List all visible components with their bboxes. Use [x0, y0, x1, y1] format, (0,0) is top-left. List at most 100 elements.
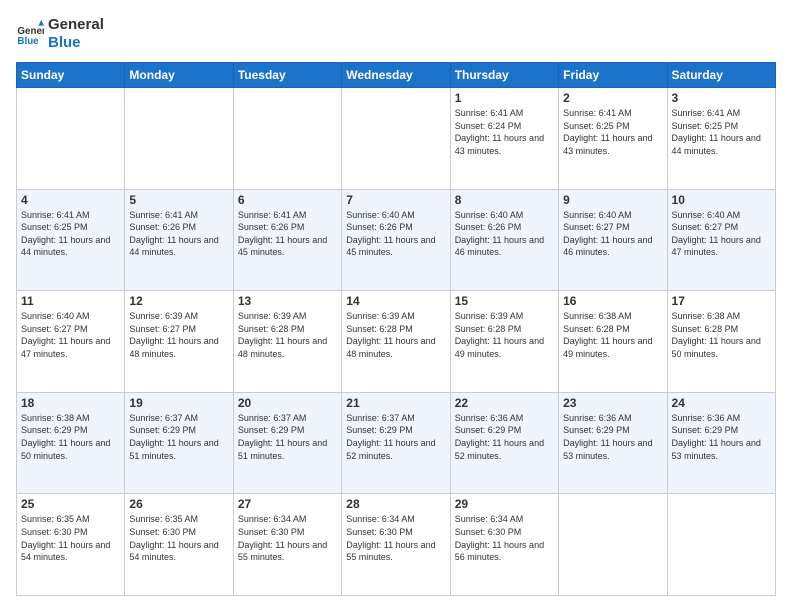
day-number: 24: [672, 396, 771, 410]
calendar-cell: 5 Sunrise: 6:41 AM Sunset: 6:26 PM Daylig…: [125, 189, 233, 291]
day-info: Sunrise: 6:35 AM Sunset: 6:30 PM Dayligh…: [21, 513, 120, 563]
day-number: 3: [672, 91, 771, 105]
day-header-wednesday: Wednesday: [342, 63, 450, 88]
logo: General Blue General Blue: [16, 16, 104, 52]
calendar-cell: 4Sunrise: 6:41 AM Sunset: 6:25 PM Daylig…: [17, 189, 125, 291]
calendar-cell: 2 Sunrise: 6:41 AM Sunset: 6:25 PM Daylig…: [559, 88, 667, 190]
calendar-header-row: SundayMondayTuesdayWednesdayThursdayFrid…: [17, 63, 776, 88]
day-number: 15: [455, 294, 554, 308]
day-info: Sunrise: 6:38 AM Sunset: 6:28 PM Dayligh…: [672, 310, 771, 360]
day-number: 1: [455, 91, 554, 105]
calendar-cell: [667, 494, 775, 596]
day-number: 7: [346, 193, 445, 207]
day-number: 28: [346, 497, 445, 511]
calendar-week-1: 1 Sunrise: 6:41 AM Sunset: 6:24 PM Daylig…: [17, 88, 776, 190]
day-number: 6: [238, 193, 337, 207]
day-info: Sunrise: 6:37 AM Sunset: 6:29 PM Dayligh…: [129, 412, 228, 462]
day-number: 2: [563, 91, 662, 105]
day-number: 14: [346, 294, 445, 308]
day-number: 11: [21, 294, 120, 308]
day-info: Sunrise: 6:38 AM Sunset: 6:29 PM Dayligh…: [21, 412, 120, 462]
calendar-cell: 1 Sunrise: 6:41 AM Sunset: 6:24 PM Daylig…: [450, 88, 558, 190]
calendar-cell: 6 Sunrise: 6:41 AM Sunset: 6:26 PM Daylig…: [233, 189, 341, 291]
day-number: 21: [346, 396, 445, 410]
day-number: 12: [129, 294, 228, 308]
calendar-cell: 13 Sunrise: 6:39 AM Sunset: 6:28 PM Dayli…: [233, 291, 341, 393]
day-info: Sunrise: 6:41 AM Sunset: 6:25 PM Dayligh…: [672, 107, 771, 157]
day-number: 10: [672, 193, 771, 207]
day-number: 23: [563, 396, 662, 410]
calendar-cell: 7 Sunrise: 6:40 AM Sunset: 6:26 PM Daylig…: [342, 189, 450, 291]
calendar-cell: 11Sunrise: 6:40 AM Sunset: 6:27 PM Dayli…: [17, 291, 125, 393]
calendar-cell: 29 Sunrise: 6:34 AM Sunset: 6:30 PM Dayli…: [450, 494, 558, 596]
calendar-cell: [125, 88, 233, 190]
calendar-cell: 24 Sunrise: 6:36 AM Sunset: 6:29 PM Dayli…: [667, 392, 775, 494]
calendar-cell: 16 Sunrise: 6:38 AM Sunset: 6:28 PM Dayli…: [559, 291, 667, 393]
calendar-cell: 19 Sunrise: 6:37 AM Sunset: 6:29 PM Dayli…: [125, 392, 233, 494]
calendar-week-5: 25 Sunrise: 6:35 AM Sunset: 6:30 PM Dayli…: [17, 494, 776, 596]
day-info: Sunrise: 6:41 AM Sunset: 6:25 PM Dayligh…: [21, 209, 120, 259]
day-info: Sunrise: 6:40 AM Sunset: 6:27 PM Dayligh…: [672, 209, 771, 259]
calendar-cell: 10 Sunrise: 6:40 AM Sunset: 6:27 PM Dayli…: [667, 189, 775, 291]
calendar-cell: [342, 88, 450, 190]
calendar-cell: 27 Sunrise: 6:34 AM Sunset: 6:30 PM Dayli…: [233, 494, 341, 596]
day-header-tuesday: Tuesday: [233, 63, 341, 88]
day-info: Sunrise: 6:34 AM Sunset: 6:30 PM Dayligh…: [238, 513, 337, 563]
calendar-cell: 15 Sunrise: 6:39 AM Sunset: 6:28 PM Dayli…: [450, 291, 558, 393]
calendar-cell: 18 Sunrise: 6:38 AM Sunset: 6:29 PM Dayli…: [17, 392, 125, 494]
day-number: 13: [238, 294, 337, 308]
logo-text: General Blue: [48, 16, 104, 52]
day-info: Sunrise: 6:39 AM Sunset: 6:28 PM Dayligh…: [455, 310, 554, 360]
day-info: Sunrise: 6:39 AM Sunset: 6:28 PM Dayligh…: [238, 310, 337, 360]
day-info: Sunrise: 6:36 AM Sunset: 6:29 PM Dayligh…: [672, 412, 771, 462]
day-info: Sunrise: 6:37 AM Sunset: 6:29 PM Dayligh…: [346, 412, 445, 462]
calendar-cell: 17Sunrise: 6:38 AM Sunset: 6:28 PM Dayli…: [667, 291, 775, 393]
day-info: Sunrise: 6:39 AM Sunset: 6:28 PM Dayligh…: [346, 310, 445, 360]
day-info: Sunrise: 6:39 AM Sunset: 6:27 PM Dayligh…: [129, 310, 228, 360]
calendar-cell: 9Sunrise: 6:40 AM Sunset: 6:27 PM Daylig…: [559, 189, 667, 291]
calendar-cell: 23 Sunrise: 6:36 AM Sunset: 6:29 PM Dayli…: [559, 392, 667, 494]
day-info: Sunrise: 6:36 AM Sunset: 6:29 PM Dayligh…: [455, 412, 554, 462]
day-number: 19: [129, 396, 228, 410]
calendar-week-4: 18 Sunrise: 6:38 AM Sunset: 6:29 PM Dayli…: [17, 392, 776, 494]
day-number: 27: [238, 497, 337, 511]
calendar-table: SundayMondayTuesdayWednesdayThursdayFrid…: [16, 62, 776, 596]
day-info: Sunrise: 6:36 AM Sunset: 6:29 PM Dayligh…: [563, 412, 662, 462]
day-number: 25: [21, 497, 120, 511]
day-info: Sunrise: 6:40 AM Sunset: 6:26 PM Dayligh…: [346, 209, 445, 259]
day-header-friday: Friday: [559, 63, 667, 88]
day-info: Sunrise: 6:38 AM Sunset: 6:28 PM Dayligh…: [563, 310, 662, 360]
calendar-cell: 14 Sunrise: 6:39 AM Sunset: 6:28 PM Dayli…: [342, 291, 450, 393]
logo-icon: General Blue: [16, 20, 44, 48]
day-info: Sunrise: 6:41 AM Sunset: 6:25 PM Dayligh…: [563, 107, 662, 157]
day-header-saturday: Saturday: [667, 63, 775, 88]
day-header-sunday: Sunday: [17, 63, 125, 88]
calendar-cell: 8Sunrise: 6:40 AM Sunset: 6:26 PM Daylig…: [450, 189, 558, 291]
calendar-week-3: 11Sunrise: 6:40 AM Sunset: 6:27 PM Dayli…: [17, 291, 776, 393]
calendar-cell: [17, 88, 125, 190]
day-number: 18: [21, 396, 120, 410]
day-header-monday: Monday: [125, 63, 233, 88]
calendar-cell: 28 Sunrise: 6:34 AM Sunset: 6:30 PM Dayli…: [342, 494, 450, 596]
day-number: 16: [563, 294, 662, 308]
calendar-week-2: 4Sunrise: 6:41 AM Sunset: 6:25 PM Daylig…: [17, 189, 776, 291]
calendar-cell: 20 Sunrise: 6:37 AM Sunset: 6:29 PM Dayli…: [233, 392, 341, 494]
calendar-cell: [559, 494, 667, 596]
svg-text:Blue: Blue: [17, 36, 39, 47]
day-header-thursday: Thursday: [450, 63, 558, 88]
day-info: Sunrise: 6:37 AM Sunset: 6:29 PM Dayligh…: [238, 412, 337, 462]
day-number: 20: [238, 396, 337, 410]
calendar-cell: 21 Sunrise: 6:37 AM Sunset: 6:29 PM Dayli…: [342, 392, 450, 494]
day-number: 5: [129, 193, 228, 207]
day-number: 9: [563, 193, 662, 207]
calendar-cell: 22Sunrise: 6:36 AM Sunset: 6:29 PM Dayli…: [450, 392, 558, 494]
day-number: 29: [455, 497, 554, 511]
header: General Blue General Blue: [16, 16, 776, 52]
day-info: Sunrise: 6:34 AM Sunset: 6:30 PM Dayligh…: [455, 513, 554, 563]
day-info: Sunrise: 6:34 AM Sunset: 6:30 PM Dayligh…: [346, 513, 445, 563]
day-number: 8: [455, 193, 554, 207]
day-info: Sunrise: 6:41 AM Sunset: 6:26 PM Dayligh…: [238, 209, 337, 259]
day-info: Sunrise: 6:41 AM Sunset: 6:26 PM Dayligh…: [129, 209, 228, 259]
calendar-cell: [233, 88, 341, 190]
day-info: Sunrise: 6:41 AM Sunset: 6:24 PM Dayligh…: [455, 107, 554, 157]
